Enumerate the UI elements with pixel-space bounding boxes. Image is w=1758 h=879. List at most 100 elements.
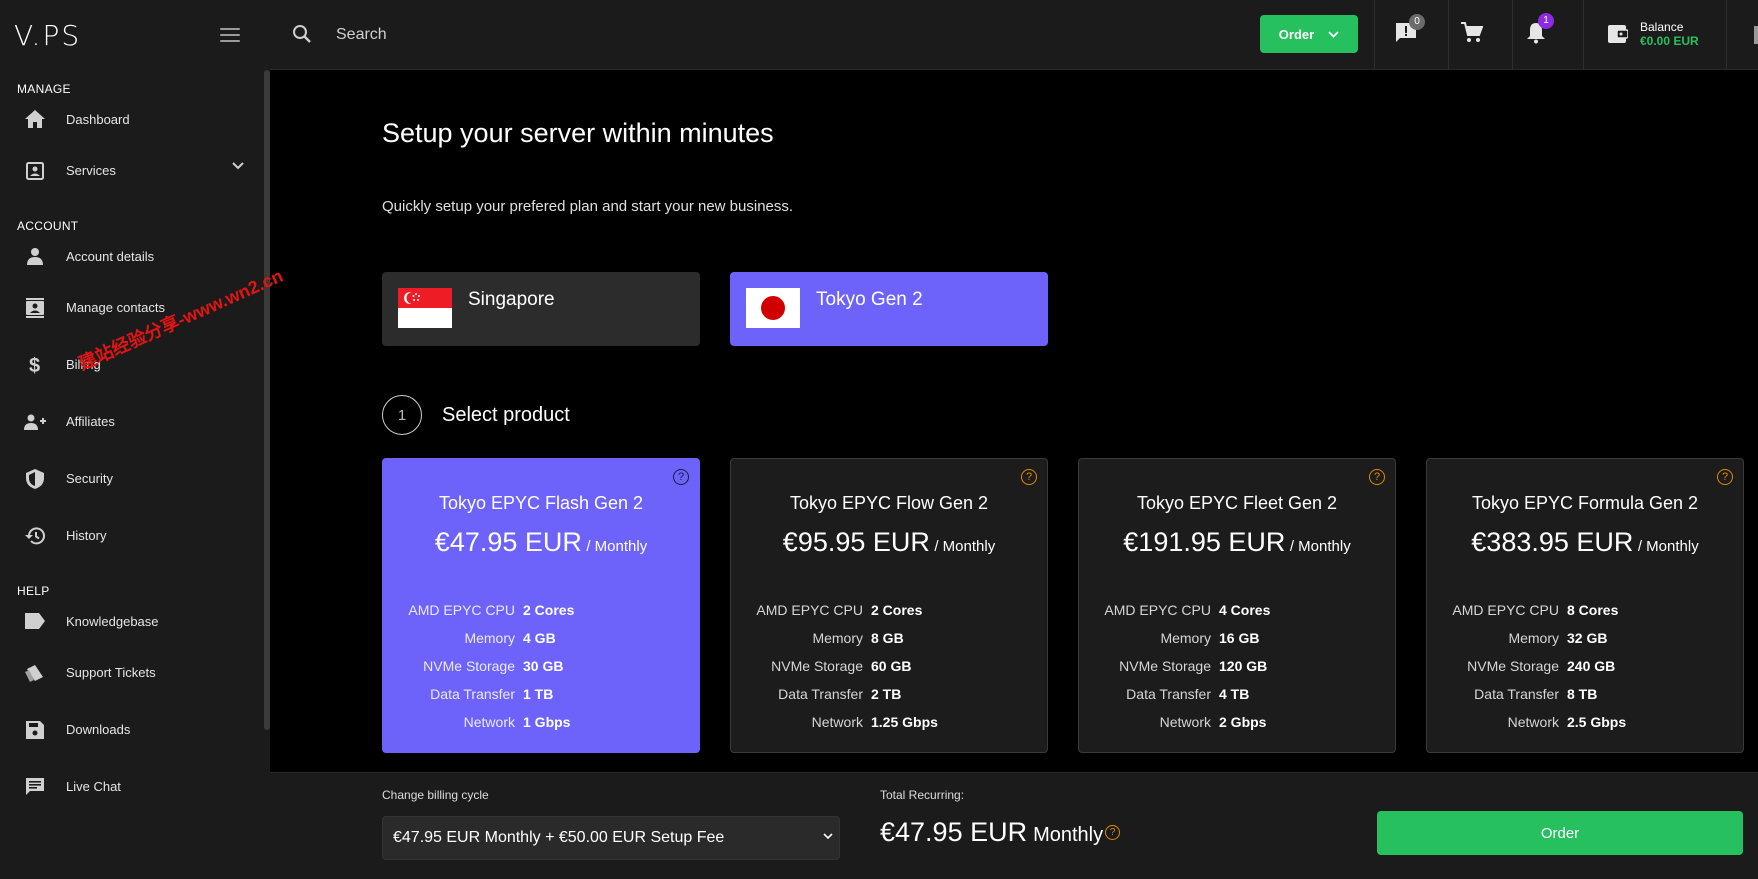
sidebar-item-account-details[interactable]: Account details (0, 233, 270, 279)
spec-key: Network (1507, 714, 1559, 730)
section-account: ACCOUNT (17, 219, 79, 233)
menu-toggle-icon[interactable] (220, 28, 240, 42)
help-icon[interactable]: ? (1105, 825, 1121, 840)
sidebar-item-label: Support Tickets (66, 665, 156, 680)
label-icon (24, 610, 46, 632)
section-help: HELP (17, 584, 50, 598)
help-icon[interactable]: ? (1021, 469, 1037, 485)
sidebar-item-label: Knowledgebase (66, 613, 159, 629)
product-price: €95.95 EUR / Monthly (731, 527, 1047, 558)
spec-row: Memory 32 GB (1427, 630, 1745, 658)
sidebar-item-services[interactable]: Services (0, 142, 270, 199)
location-tokyo-gen-2[interactable]: Tokyo Gen 2 (730, 272, 1048, 346)
spec-row: AMD EPYC CPU 2 Cores (731, 602, 1049, 630)
chevron-down-icon (1328, 30, 1339, 38)
product-name: Tokyo EPYC Fleet Gen 2 (1136, 493, 1338, 513)
sidebar-item-affiliates[interactable]: Affiliates (0, 393, 270, 450)
order-summary-bar: Change billing cycle €47.95 EUR Monthly … (270, 772, 1758, 879)
spec-value: 240 GB (1567, 658, 1616, 674)
spec-value: 8 TB (1567, 686, 1598, 702)
total-period: Monthly (1033, 824, 1104, 846)
total-recurring-value: €47.95 EUR Monthly ? (880, 817, 1121, 848)
product-card-flow[interactable]: ? Tokyo EPYC Flow Gen 2 €95.95 EUR / Mon… (730, 458, 1048, 753)
price-period: / Monthly (586, 538, 648, 555)
logo[interactable]: V.PS (14, 19, 81, 52)
chevron-down-icon (823, 833, 833, 840)
spec-key: NVMe Storage (771, 658, 863, 674)
sidebar-item-support-tickets[interactable]: Support Tickets (0, 644, 270, 701)
billing-cycle-select[interactable]: €47.95 EUR Monthly + €50.00 EUR Setup Fe… (382, 816, 840, 860)
price-amount: €383.95 EUR (1471, 527, 1634, 557)
sidebar-item-live-chat[interactable]: Live Chat (0, 758, 270, 815)
total-amount: €47.95 EUR (880, 817, 1028, 847)
product-price: €47.95 EUR / Monthly (383, 527, 699, 558)
sidebar-item-label: Account details (66, 248, 155, 264)
location-name: Singapore (468, 289, 555, 310)
total-recurring-label: Total Recurring: (880, 788, 965, 802)
spec-row: Data Transfer 1 TB (383, 686, 701, 714)
sidebar-item-label: Manage contacts (66, 300, 166, 315)
spec-row: Network 2 Gbps (1079, 714, 1397, 742)
spec-row: NVMe Storage 120 GB (1079, 658, 1397, 686)
cart-button[interactable] (1461, 22, 1483, 44)
sidebar-header: V.PS (0, 0, 270, 70)
spec-key: NVMe Storage (1467, 658, 1559, 674)
spec-value: 2 Gbps (1219, 714, 1267, 730)
order-button-label: Order (1278, 26, 1315, 42)
spec-row: AMD EPYC CPU 8 Cores (1427, 602, 1745, 630)
sidebar-item-history[interactable]: History (0, 507, 270, 564)
spec-value: 2 Cores (871, 602, 923, 618)
sidebar-item-dashboard[interactable]: Dashboard (0, 96, 270, 142)
product-price: €191.95 EUR / Monthly (1079, 527, 1395, 558)
spec-row: Data Transfer 2 TB (731, 686, 1049, 714)
spec-key: NVMe Storage (1119, 658, 1211, 674)
spec-row: Network 1.25 Gbps (731, 714, 1049, 742)
spec-row: NVMe Storage 60 GB (731, 658, 1049, 686)
product-specs: AMD EPYC CPU 2 Cores Memory 8 GB NVMe Stor… (731, 602, 1049, 742)
balance-widget[interactable]: Balance €0.00 EUR (1608, 20, 1699, 48)
order-dropdown-button[interactable]: Order (1260, 15, 1358, 53)
spec-value: 1 Gbps (523, 714, 571, 730)
product-card-flash[interactable]: ? Tokyo EPYC Flash Gen 2 €47.95 EUR / Mo… (382, 458, 700, 753)
spec-row: AMD EPYC CPU 2 Cores (383, 602, 701, 630)
search-input[interactable] (336, 18, 836, 52)
sidebar-item-downloads[interactable]: Downloads (0, 701, 270, 758)
wallet-icon (1608, 25, 1628, 43)
spec-value: 2 TB (871, 686, 902, 702)
product-name: Tokyo EPYC Flow Gen 2 (789, 493, 989, 513)
spec-key: NVMe Storage (423, 658, 515, 674)
spec-row: Memory 8 GB (731, 630, 1049, 658)
sidebar-item-security[interactable]: Security (0, 450, 270, 507)
spec-row: Data Transfer 8 TB (1427, 686, 1745, 714)
shield-icon (24, 468, 46, 490)
spec-value: 30 GB (523, 658, 564, 674)
section-manage: MANAGE (17, 82, 71, 96)
spec-value: 2.5 Gbps (1567, 714, 1627, 730)
location-name: Tokyo Gen 2 (816, 289, 923, 310)
notifications-button[interactable]: 1 (1526, 13, 1554, 44)
help-icon[interactable]: ? (1717, 469, 1733, 485)
tickets-button[interactable]: 0 (1395, 14, 1425, 44)
dollar-icon: $ (24, 354, 46, 376)
spec-key: Data Transfer (1474, 686, 1559, 702)
help-icon[interactable]: ? (673, 469, 689, 485)
sidebar-item-knowledgebase[interactable]: Knowledgebase (0, 598, 270, 644)
chevron-down-icon[interactable] (232, 162, 244, 170)
product-card-formula[interactable]: ? Tokyo EPYC Formula Gen 2 €383.95 EUR /… (1426, 458, 1744, 753)
help-icon[interactable]: ? (1369, 469, 1385, 485)
product-price: €383.95 EUR / Monthly (1427, 527, 1743, 558)
order-button[interactable]: Order (1377, 811, 1743, 855)
history-icon (24, 525, 46, 547)
page-title: Setup your server within minutes (382, 118, 774, 148)
search-icon (292, 24, 312, 44)
product-card-fleet[interactable]: ? Tokyo EPYC Fleet Gen 2 €191.95 EUR / M… (1078, 458, 1396, 753)
japan-flag-icon (746, 288, 800, 328)
spec-row: Network 2.5 Gbps (1427, 714, 1745, 742)
spec-value: 4 TB (1219, 686, 1250, 702)
location-singapore[interactable]: Singapore (382, 272, 700, 346)
spec-value: 1.25 Gbps (871, 714, 938, 730)
spec-value: 4 Cores (1219, 602, 1271, 618)
more-menu-icon[interactable] (1754, 26, 1758, 44)
divider (1512, 0, 1513, 70)
spec-key: Memory (1508, 630, 1559, 646)
